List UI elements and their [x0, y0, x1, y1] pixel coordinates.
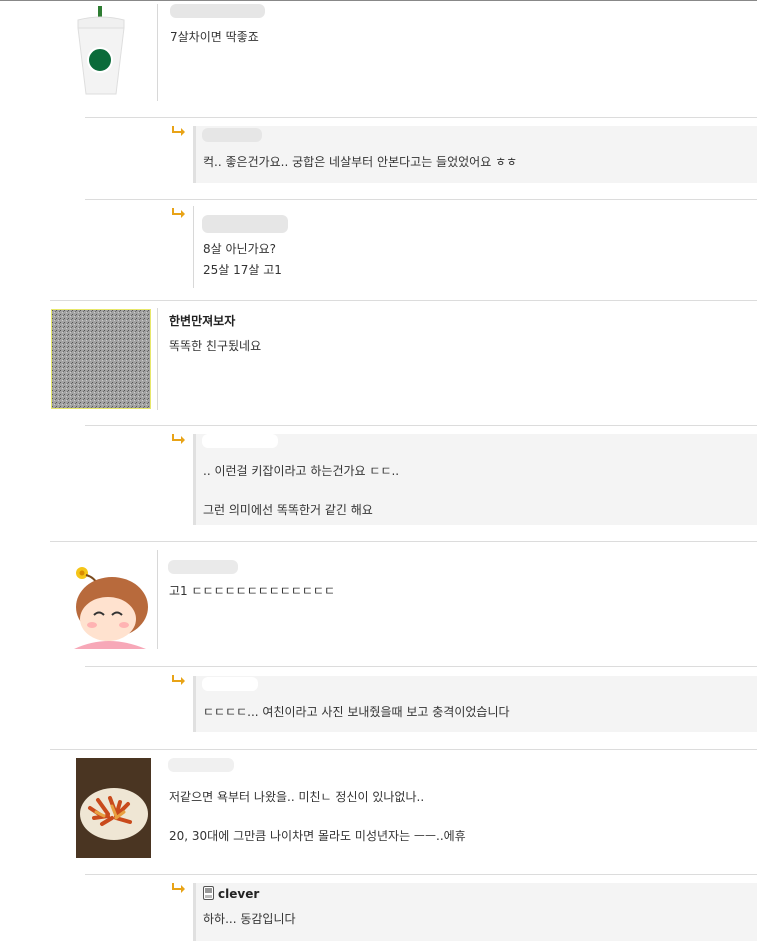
author-name-blurred — [202, 128, 262, 142]
comment-divider — [157, 550, 158, 649]
comment-text: 7살차이면 딱좋죠 — [170, 30, 259, 44]
comment-text: 똑똑한 친구됬네요 — [169, 339, 262, 353]
author-name-blurred — [202, 677, 258, 691]
author-name-blurred — [168, 560, 238, 574]
comment-divider — [157, 4, 158, 101]
starbucks-cup-avatar — [70, 6, 132, 98]
author-name-blurred — [202, 434, 278, 448]
reply-text-line: 25살 17살 고1 — [203, 263, 282, 277]
reply-text-line: 그런 의미에선 똑똑한거 같긴 해요 — [203, 503, 373, 517]
reply-arrow-icon — [172, 675, 185, 685]
reply-arrow-icon — [172, 883, 185, 893]
reply-text: 컥.. 좋은건가요.. 궁합은 네살부터 안본다고는 들었었어요 ㅎㅎ — [203, 155, 518, 169]
comment-text: 고1 ㄷㄷㄷㄷㄷㄷㄷㄷㄷㄷㄷㄷㄷ — [169, 584, 336, 598]
comment-separator — [85, 666, 757, 667]
comment-text-line: 20, 30대에 그만큼 나이차면 몰라도 미성년자는 ㅡㅡ..에휴 — [169, 829, 466, 843]
comment-separator — [85, 425, 757, 426]
reply-arrow-icon — [172, 208, 185, 218]
comment-separator — [50, 300, 757, 301]
author-name-blurred — [170, 4, 265, 18]
comment-separator — [85, 874, 757, 875]
comment-separator — [85, 117, 757, 118]
comment-text-line: 저같으면 욕부터 나왔을.. 미친ㄴ 정신이 있나없나.. — [169, 790, 425, 804]
reply-divider — [193, 206, 194, 288]
reply-arrow-icon — [172, 126, 185, 136]
comment-separator — [85, 199, 757, 200]
cartoon-girl-avatar — [68, 563, 152, 651]
mobile-phone-icon — [203, 886, 214, 900]
comment-separator — [50, 541, 757, 542]
noise-pattern-avatar — [51, 309, 151, 409]
author-name-blurred — [202, 215, 288, 233]
comment-divider — [157, 308, 158, 410]
reply-text: 하하... 동감입니다 — [203, 912, 296, 926]
author-name-blurred — [168, 758, 234, 772]
comment-separator — [50, 749, 757, 750]
author-name: 한변만져보자 — [169, 314, 236, 328]
author-name: clever — [218, 887, 260, 901]
reply-arrow-icon — [172, 434, 185, 444]
reply-text-line: 8살 아닌가요? — [203, 242, 277, 256]
reply-text-line: .. 이런걸 키잡이라고 하는건가요 ㄷㄷ.. — [203, 464, 400, 478]
food-photo-avatar — [76, 758, 151, 858]
top-border — [0, 0, 757, 1]
reply-text: ㄷㄷㄷㄷ... 여친이라고 사진 보내줬을때 보고 충격이었습니다 — [203, 705, 510, 719]
